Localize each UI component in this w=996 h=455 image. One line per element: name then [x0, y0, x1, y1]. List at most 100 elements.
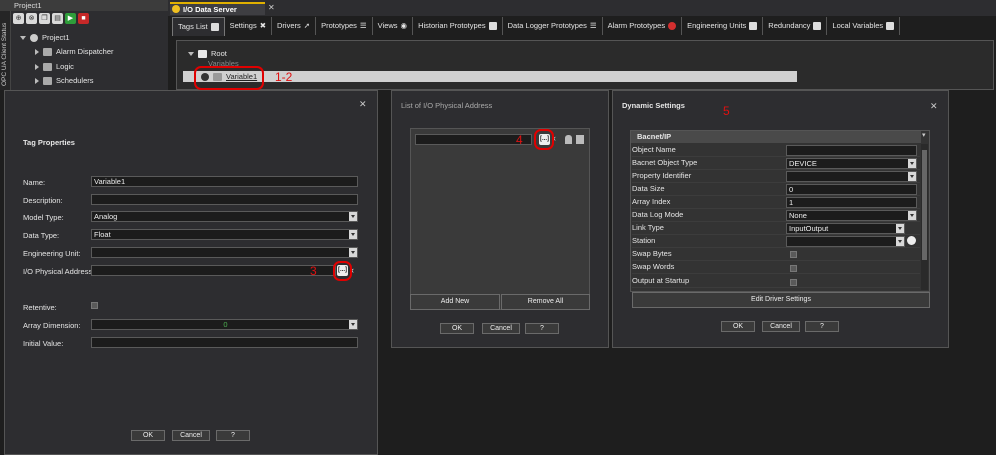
cancel-button[interactable]: Cancel [762, 321, 800, 332]
remove-icon[interactable]: ⊗ [26, 13, 37, 24]
expand-arrow-icon[interactable] [188, 51, 194, 56]
tab-views[interactable]: Views ◉ [373, 17, 414, 35]
output-at-startup-checkbox[interactable] [790, 279, 797, 286]
ok-button[interactable]: OK [721, 321, 755, 332]
tab-engineering-units[interactable]: Engineering Units [682, 17, 764, 35]
chevron-down-icon[interactable]: ▾ [922, 131, 926, 139]
row-label: Data Log Mode [632, 210, 684, 219]
chevron-down-icon[interactable] [896, 237, 904, 246]
description-field[interactable] [91, 194, 358, 205]
expand-arrow-icon[interactable] [35, 63, 39, 70]
close-icon[interactable]: ✕ [930, 101, 938, 112]
tab-data-logger-prototypes[interactable]: Data Logger Prototypes ☰ [503, 17, 603, 35]
bacnet-ip-section-header[interactable]: Bacnet/IP [631, 131, 921, 143]
chevron-down-icon[interactable] [908, 172, 916, 181]
row-label: Bacnet Object Type [632, 158, 698, 167]
data-type-select[interactable]: Float [91, 229, 358, 240]
close-icon[interactable]: ✕ [359, 99, 367, 110]
expand-arrow-icon[interactable] [35, 48, 39, 55]
remove-all-button[interactable]: Remove All [501, 294, 590, 310]
chevron-down-icon[interactable] [349, 230, 357, 239]
bacnet-object-type-select[interactable]: DEVICE [786, 158, 917, 169]
model-type-label: Model Type: [23, 213, 64, 222]
tab-label: Local Variables [832, 21, 884, 30]
tree-item-logic[interactable]: Logic [35, 60, 74, 73]
object-name-field[interactable] [786, 145, 917, 156]
tab-tags-list[interactable]: Tags List [172, 17, 225, 36]
project-explorer-title: Project1 [0, 0, 168, 11]
cancel-button[interactable]: Cancel [172, 430, 210, 441]
initial-value-label: Initial Value: [23, 339, 64, 348]
help-button[interactable]: ? [805, 321, 839, 332]
lock-icon[interactable] [565, 135, 572, 144]
edit-driver-settings-button[interactable]: Edit Driver Settings [632, 292, 930, 308]
data-type-label: Data Type: [23, 231, 60, 240]
property-identifier-select[interactable] [786, 171, 917, 182]
stop-icon[interactable]: ■ [78, 13, 89, 24]
tab-alarm-prototypes[interactable]: Alarm Prototypes [603, 17, 683, 35]
io-data-server-tab[interactable]: I/O Data Server (Project1) [170, 2, 265, 25]
io-physical-address-field[interactable] [91, 265, 336, 276]
run-icon[interactable]: ▶ [65, 13, 76, 24]
swap-words-checkbox[interactable] [790, 265, 797, 272]
tools-icon: ✖ [259, 21, 267, 30]
opc-ua-client-status-strip[interactable]: OPC UA Client Status [0, 11, 11, 90]
engineering-unit-select[interactable] [91, 247, 358, 258]
data-log-mode-select[interactable]: None [786, 210, 917, 221]
tab-local-variables[interactable]: Local Variables [827, 17, 901, 35]
add-icon[interactable]: ⊕ [13, 13, 24, 24]
station-select[interactable] [786, 236, 905, 247]
chevron-down-icon[interactable] [349, 248, 357, 257]
expand-arrow-icon[interactable] [35, 77, 39, 84]
link-type-select[interactable]: InputOutput [786, 223, 905, 234]
settings-scrollbar-thumb[interactable] [922, 150, 927, 260]
copy-icon[interactable]: ❐ [39, 13, 50, 24]
initial-value-field[interactable] [91, 337, 358, 348]
swap-bytes-checkbox[interactable] [790, 251, 797, 258]
help-button[interactable]: ? [525, 323, 559, 334]
tree-item-project1[interactable]: Project1 [20, 31, 70, 44]
folder-icon [198, 49, 207, 58]
annotation-circle-1-2 [194, 66, 264, 90]
tree-item-label: Project1 [42, 33, 70, 42]
expand-arrow-icon[interactable] [20, 35, 26, 40]
alarm-dispatcher-icon [43, 47, 52, 56]
document-tab-bar [168, 0, 996, 16]
ok-button[interactable]: OK [440, 323, 474, 334]
tab-label: Redundancy [768, 21, 811, 30]
tab-drivers[interactable]: Drivers ➚ [272, 17, 317, 35]
shield-icon[interactable] [576, 135, 584, 144]
tree-item-schedulers[interactable]: Schedulers [35, 74, 94, 87]
chevron-down-icon[interactable] [908, 211, 916, 220]
tab-settings[interactable]: Settings ✖ [225, 17, 273, 35]
stepper-arrows-icon[interactable] [349, 320, 357, 329]
save-icon[interactable]: ▤ [52, 13, 63, 24]
tags-icon [210, 23, 219, 31]
add-new-button[interactable]: Add New [410, 294, 500, 310]
tab-prototypes[interactable]: Prototypes ☰ [316, 17, 373, 35]
close-tab-icon[interactable]: ✕ [268, 3, 275, 12]
address-entry-field[interactable] [415, 134, 532, 145]
array-index-field[interactable]: 1 [786, 197, 917, 208]
alarm-icon [668, 22, 677, 30]
help-button[interactable]: ? [216, 430, 250, 441]
ok-button[interactable]: OK [131, 430, 165, 441]
cancel-button[interactable]: Cancel [482, 323, 520, 334]
tab-redundancy[interactable]: Redundancy [763, 17, 828, 35]
chevron-down-icon[interactable] [908, 159, 916, 168]
chevron-down-icon[interactable] [349, 212, 357, 221]
address-list-box[interactable] [410, 128, 590, 310]
name-field[interactable]: Variable1 [91, 176, 358, 187]
retentive-checkbox[interactable] [91, 302, 98, 309]
tab-label: Settings [229, 21, 257, 30]
info-icon[interactable] [907, 236, 916, 245]
model-type-select[interactable]: Analog [91, 211, 358, 222]
chevron-down-icon[interactable] [896, 224, 904, 233]
tab-historian-prototypes[interactable]: Historian Prototypes [413, 17, 503, 35]
array-dimension-stepper[interactable]: 0 [91, 319, 358, 330]
tree-item-alarm-dispatcher[interactable]: Alarm Dispatcher [35, 45, 114, 58]
description-label: Description: [23, 196, 63, 205]
tag-properties-title: Tag Properties [23, 138, 75, 147]
units-icon [749, 22, 758, 30]
data-size-field[interactable]: 0 [786, 184, 917, 195]
